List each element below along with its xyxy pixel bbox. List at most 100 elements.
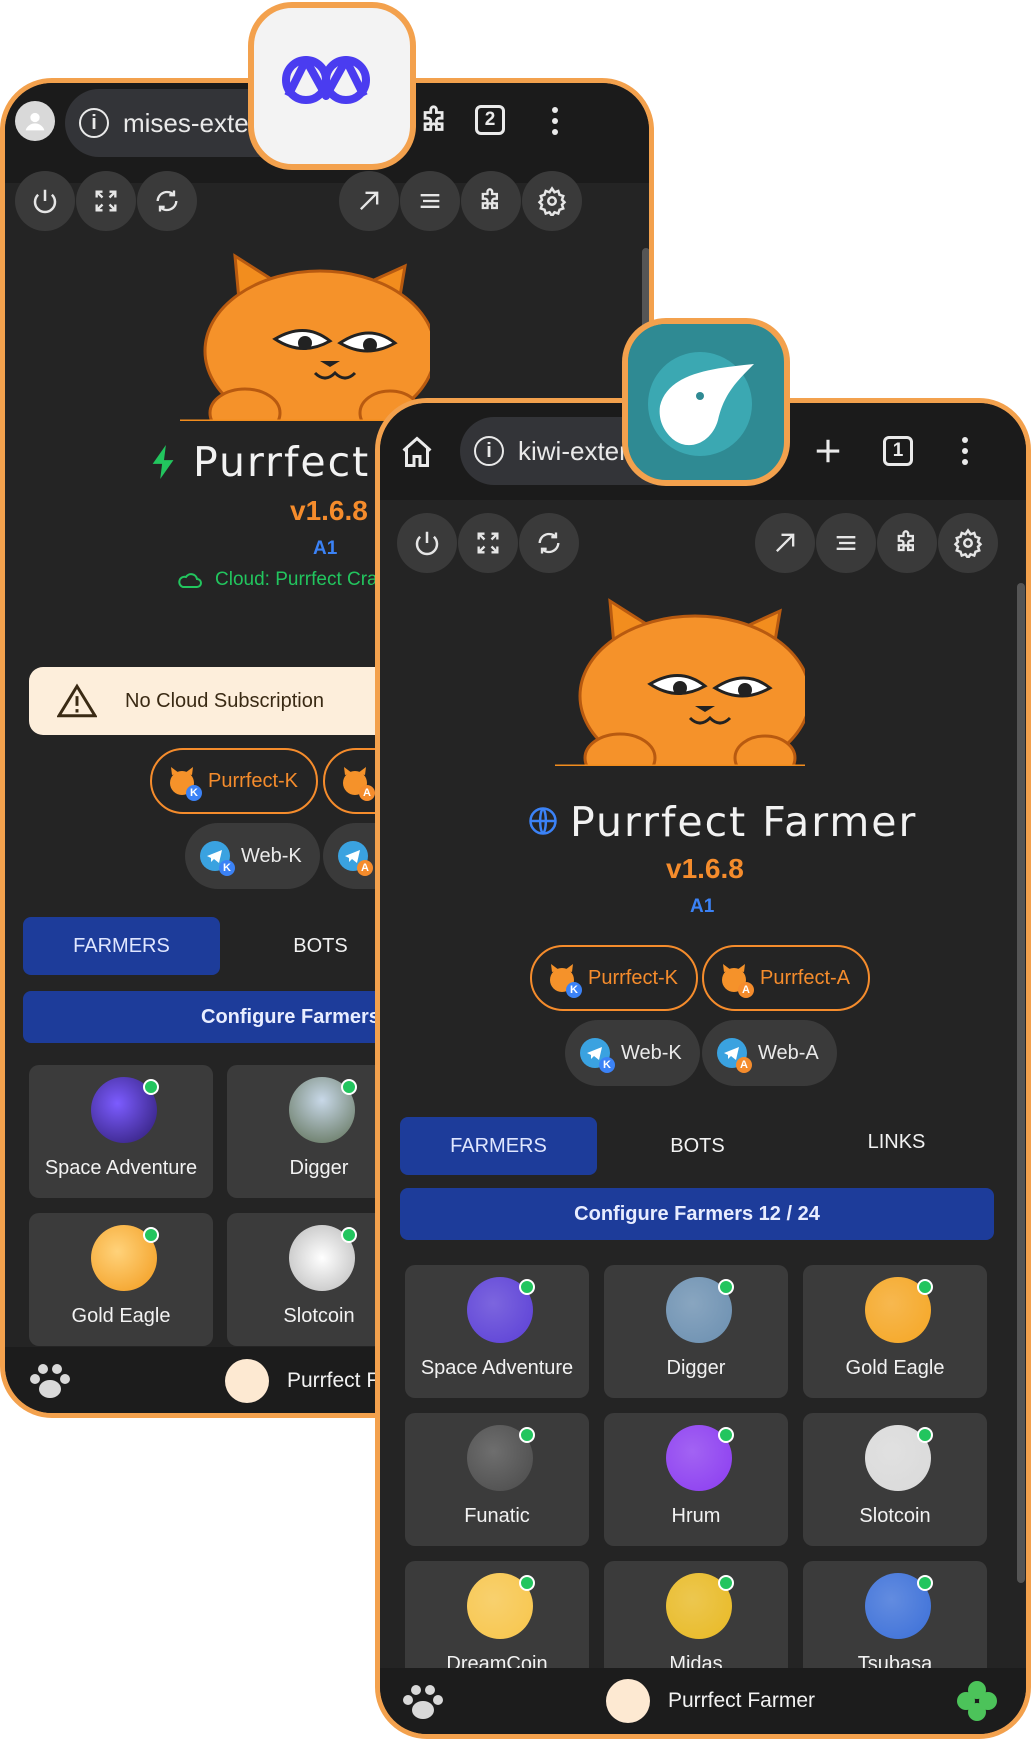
tab-links[interactable]: LINKS: [798, 1113, 995, 1171]
refresh-icon: [156, 190, 178, 212]
app-avatar-icon: [225, 1359, 269, 1403]
refresh-icon: [538, 532, 560, 554]
power-button[interactable]: [15, 171, 75, 231]
farmer-card-gold-eagle[interactable]: Gold Eagle: [29, 1213, 213, 1346]
more-icon[interactable]: [545, 103, 565, 139]
url-text-left: mises-exten: [123, 107, 264, 138]
kiwi-browser-window: i kiwi-extens 1 Purrfect Farmer v1.6.8 A…: [375, 398, 1031, 1739]
more-icon[interactable]: [955, 433, 975, 469]
cat-icon: K: [166, 765, 202, 801]
web-a-button[interactable]: A Web-A: [702, 1020, 837, 1086]
farmer-card-digger[interactable]: Digger: [604, 1265, 788, 1398]
purrfect-a-button[interactable]: A Purrfect-A: [702, 945, 871, 1011]
bolt-icon: [150, 445, 178, 484]
globe-icon: [528, 806, 558, 841]
bottom-bar: Purrfect Farmer: [380, 1668, 1026, 1734]
telegram-icon: A: [337, 840, 373, 876]
no-cloud-warning: No Cloud Subscription: [29, 667, 409, 735]
refresh-button[interactable]: [137, 171, 197, 231]
telegram-icon: K: [579, 1037, 615, 1073]
settings-icon: [953, 528, 983, 558]
info-icon[interactable]: i: [474, 436, 504, 466]
tab-farmers[interactable]: FARMERS: [23, 917, 220, 975]
online-indicator: [718, 1427, 734, 1443]
profile-icon[interactable]: [15, 101, 55, 141]
open-external-button[interactable]: [339, 171, 399, 231]
purrfect-k-button[interactable]: K Purrfect-K: [150, 748, 319, 814]
farmer-card-gold-eagle[interactable]: Gold Eagle: [803, 1265, 987, 1398]
farmer-card-space-adventure[interactable]: Space Adventure: [29, 1065, 213, 1198]
version-label: v1.6.8: [666, 853, 744, 884]
online-indicator: [143, 1079, 159, 1095]
puzzle-button[interactable]: [461, 171, 521, 231]
online-indicator: [519, 1575, 535, 1591]
tabs-icon[interactable]: 2: [475, 105, 505, 135]
online-indicator: [718, 1279, 734, 1295]
refresh-button[interactable]: [519, 513, 579, 573]
bottom-app-name: Purrfect Farmer: [668, 1689, 816, 1712]
telegram-icon: A: [716, 1037, 752, 1073]
farmer-card-funatic[interactable]: Funatic: [405, 1413, 589, 1546]
extensions-icon[interactable]: [417, 103, 453, 139]
online-indicator: [341, 1227, 357, 1243]
online-indicator: [917, 1575, 933, 1591]
app-avatar-icon: [606, 1679, 650, 1723]
tabs-icon[interactable]: 1: [883, 436, 913, 466]
expand-icon: [95, 190, 117, 212]
open-external-icon: [776, 533, 795, 552]
power-icon: [415, 531, 439, 556]
configure-farmers-button[interactable]: Configure Farmers 12 / 24: [400, 1188, 994, 1240]
farmer-card-hrum[interactable]: Hrum: [604, 1413, 788, 1546]
online-indicator: [917, 1427, 933, 1443]
scrollbar[interactable]: [1017, 583, 1025, 1583]
puzzle-icon: [481, 188, 498, 210]
mises-app-badge: [248, 2, 416, 170]
paw-icon[interactable]: [27, 1361, 73, 1406]
tab-bots[interactable]: BOTS: [599, 1117, 796, 1175]
farmer-card-slotcoin[interactable]: Slotcoin: [803, 1413, 987, 1546]
clover-icon[interactable]: [954, 1678, 1000, 1729]
power-icon: [33, 189, 57, 214]
online-indicator: [519, 1427, 535, 1443]
settings-button[interactable]: [522, 171, 582, 231]
build-label: A1: [313, 538, 338, 559]
farmer-name: Funatic: [464, 1505, 530, 1527]
menu-icon: [836, 536, 856, 550]
fullscreen-button[interactable]: [76, 171, 136, 231]
purrfect-k-button[interactable]: K Purrfect-K: [530, 945, 699, 1011]
cat-icon: A: [339, 765, 375, 801]
version-label: v1.6.8: [290, 495, 368, 526]
web-k-button[interactable]: K Web-K: [565, 1020, 700, 1086]
mises-logo-icon: [282, 56, 370, 104]
puzzle-button[interactable]: [877, 513, 937, 573]
farmer-card-space-adventure[interactable]: Space Adventure: [405, 1265, 589, 1398]
menu-button[interactable]: [400, 171, 460, 231]
power-button[interactable]: [397, 513, 457, 573]
expand-icon: [477, 532, 499, 554]
online-indicator: [341, 1079, 357, 1095]
cat-mascot-logo: [180, 251, 437, 439]
online-indicator: [917, 1279, 933, 1295]
cloud-status: Cloud: Purrfect Cra: [177, 569, 378, 591]
cat-icon: K: [546, 962, 582, 998]
open-external-button[interactable]: [755, 513, 815, 573]
fullscreen-button[interactable]: [458, 513, 518, 573]
home-icon[interactable]: [398, 433, 436, 471]
info-icon[interactable]: i: [79, 108, 109, 138]
paw-icon[interactable]: [400, 1682, 446, 1727]
settings-button[interactable]: [938, 513, 998, 573]
warning-icon: [57, 683, 97, 718]
online-indicator: [718, 1575, 734, 1591]
app-title: Purrfect Farmer: [570, 798, 918, 846]
build-label: A1: [690, 896, 715, 917]
plus-icon[interactable]: [810, 433, 846, 469]
menu-button[interactable]: [816, 513, 876, 573]
farmer-name: Space Adventure: [420, 1357, 574, 1379]
tab-farmers[interactable]: FARMERS: [400, 1117, 597, 1175]
online-indicator: [519, 1279, 535, 1295]
cloud-icon: [178, 573, 202, 588]
web-k-button[interactable]: K Web-K: [185, 823, 320, 889]
menu-icon: [420, 194, 440, 208]
farmer-name: Space Adventure: [44, 1157, 198, 1179]
kiwi-app-badge: [622, 318, 790, 486]
